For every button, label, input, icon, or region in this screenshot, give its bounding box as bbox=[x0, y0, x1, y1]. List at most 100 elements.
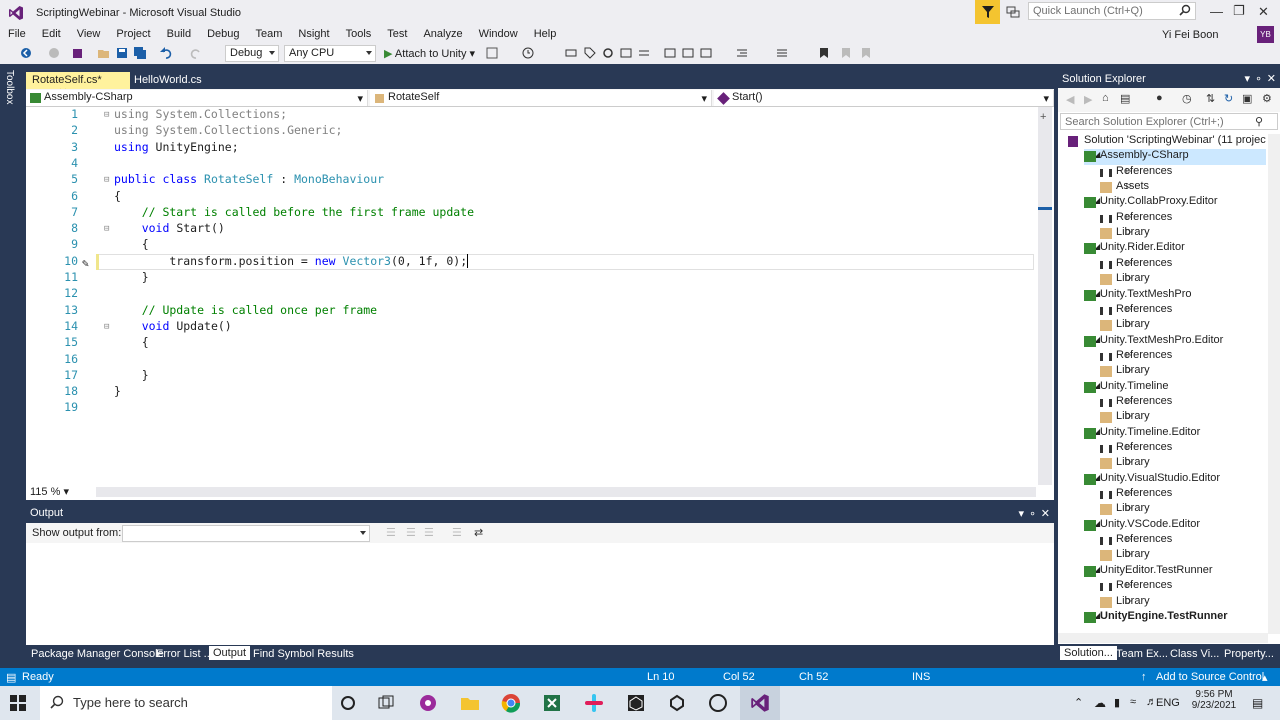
tree-item[interactable]: ▷ Library bbox=[1100, 595, 1150, 610]
restore-button[interactable]: ❐ bbox=[1233, 3, 1245, 19]
configuration-dropdown[interactable]: Debug bbox=[225, 45, 279, 62]
tab-output[interactable]: Output bbox=[209, 646, 251, 660]
tree-item[interactable]: ▷ References bbox=[1100, 441, 1172, 456]
home-icon[interactable]: ⌂ bbox=[1102, 92, 1109, 104]
collapsed-arrow-icon[interactable]: ▷ bbox=[1126, 166, 1132, 175]
tree-item[interactable]: ▷ References bbox=[1100, 533, 1172, 548]
collapsed-arrow-icon[interactable]: ▷ bbox=[1126, 350, 1132, 359]
feedback-icon[interactable] bbox=[1006, 5, 1020, 19]
collapsed-arrow-icon[interactable]: ▷ bbox=[1126, 212, 1132, 221]
user-name[interactable]: Yi Fei Boon bbox=[1162, 29, 1218, 41]
tree-item[interactable]: ▷ References bbox=[1100, 211, 1172, 226]
attach-to-unity-button[interactable]: ▶ Attach to Unity ▾ bbox=[384, 47, 475, 60]
chrome-icon[interactable] bbox=[501, 693, 521, 713]
solution-explorer-search[interactable]: Search Solution Explorer (Ctrl+;) ⚲ bbox=[1060, 113, 1278, 130]
output-source-dropdown[interactable] bbox=[122, 525, 370, 542]
bookmark-toggle-icon[interactable] bbox=[818, 47, 830, 59]
menu-team[interactable]: Team bbox=[248, 26, 291, 40]
file-explorer-icon[interactable] bbox=[460, 693, 480, 713]
close-icon[interactable]: ✕ bbox=[1041, 507, 1050, 520]
quick-launch-input[interactable]: Quick Launch (Ctrl+Q) bbox=[1028, 2, 1196, 20]
tree-item[interactable]: ▷ References bbox=[1100, 303, 1172, 318]
collapsed-arrow-icon[interactable]: ▷ bbox=[1126, 304, 1132, 313]
tree-item[interactable]: ▷ Library bbox=[1100, 318, 1150, 333]
collapse-icon[interactable]: ⊟ bbox=[104, 224, 109, 234]
collapsed-arrow-icon[interactable]: ▷ bbox=[1126, 411, 1132, 420]
chevron-up-icon[interactable]: ▴ bbox=[1262, 671, 1268, 684]
tree-horizontal-scrollbar[interactable] bbox=[1058, 633, 1268, 643]
save-icon[interactable] bbox=[116, 47, 128, 59]
tree-item[interactable]: ▷ Assets bbox=[1100, 180, 1149, 195]
bookmark-prev-icon[interactable] bbox=[840, 47, 852, 59]
tree-item[interactable]: ◢ Unity.TextMeshPro bbox=[1084, 288, 1192, 303]
type-dropdown[interactable]: RotateSelf ▾ bbox=[370, 90, 712, 106]
window-icon[interactable] bbox=[664, 47, 676, 59]
sync-icon[interactable]: ⇅ bbox=[1206, 92, 1215, 105]
tree-item[interactable]: ◢ UnityEngine.TestRunner bbox=[1084, 610, 1228, 625]
unity-hub-icon[interactable] bbox=[667, 693, 687, 713]
avatar[interactable]: YB bbox=[1257, 26, 1274, 43]
member-dropdown[interactable]: Start() ▾ bbox=[714, 90, 1054, 106]
code-editor[interactable]: Assembly-CSharp ▾ RotateSelf ▾ Start() ▾ 1 u… bbox=[26, 89, 1054, 500]
collapsed-arrow-icon[interactable]: ▷ bbox=[1126, 258, 1132, 267]
collapse-icon[interactable]: ⊟ bbox=[104, 110, 109, 120]
collapsed-arrow-icon[interactable]: ▷ bbox=[1126, 580, 1132, 589]
task-view-icon[interactable] bbox=[376, 693, 396, 713]
tree-item[interactable]: ▷ References bbox=[1100, 257, 1172, 272]
history-icon[interactable]: ◷ bbox=[1182, 92, 1192, 105]
menu-help[interactable]: Help bbox=[526, 26, 565, 40]
find-message-icon[interactable]: ☰ bbox=[386, 526, 396, 539]
notification-filter-icon[interactable] bbox=[975, 0, 1000, 24]
tree-item[interactable]: ◢ Unity.Rider.Editor bbox=[1084, 241, 1185, 256]
tab-package-manager-console[interactable]: Package Manager Console bbox=[31, 648, 164, 660]
refresh-icon[interactable]: ↻ bbox=[1224, 92, 1233, 105]
chevron-down-icon[interactable]: ▾ bbox=[1244, 72, 1250, 85]
chevron-down-icon[interactable]: ▾ bbox=[1018, 507, 1024, 520]
collapsed-arrow-icon[interactable]: ▷ bbox=[1126, 488, 1132, 497]
tree-item[interactable]: ▷ Library bbox=[1100, 502, 1150, 517]
tree-item[interactable]: ▷ Library bbox=[1100, 548, 1150, 563]
project-dropdown[interactable]: Assembly-CSharp ▾ bbox=[26, 90, 368, 106]
tree-item[interactable]: ◢ Unity.VisualStudio.Editor bbox=[1084, 472, 1220, 487]
forward-icon[interactable]: ▶ bbox=[1084, 93, 1092, 106]
excel-icon[interactable] bbox=[542, 693, 562, 713]
code-area[interactable]: 1 using System.Collections; 2 using System… bbox=[26, 107, 1036, 485]
menu-project[interactable]: Project bbox=[108, 26, 158, 40]
bookmark-icon[interactable] bbox=[700, 47, 712, 59]
battery-icon[interactable]: ▮ bbox=[1114, 696, 1120, 709]
tree-item[interactable]: ▷ Library bbox=[1100, 364, 1150, 379]
collapsed-arrow-icon[interactable]: ▷ bbox=[1126, 549, 1132, 558]
menu-analyze[interactable]: Analyze bbox=[415, 26, 470, 40]
pin-icon[interactable]: ∘ bbox=[1029, 507, 1036, 520]
tab-find-symbol-results[interactable]: Find Symbol Results bbox=[253, 648, 354, 660]
clear-all-icon[interactable]: ☰ bbox=[452, 526, 462, 539]
pending-changes-icon[interactable]: ● bbox=[1156, 92, 1163, 104]
minimize-button[interactable]: — bbox=[1210, 4, 1223, 19]
menu-file[interactable]: File bbox=[0, 26, 34, 40]
tree-item[interactable]: ▷ References bbox=[1100, 579, 1172, 594]
split-icon[interactable]: + bbox=[1040, 111, 1050, 125]
app-purple-icon[interactable] bbox=[418, 693, 438, 713]
tree-item[interactable]: ▷ Library bbox=[1100, 410, 1150, 425]
pin-icon[interactable]: ∘ bbox=[1255, 72, 1262, 85]
tree-item[interactable]: ◢ UnityEditor.TestRunner bbox=[1084, 564, 1213, 579]
tag-icon[interactable] bbox=[584, 47, 596, 59]
collapsed-arrow-icon[interactable]: ▷ bbox=[1126, 442, 1132, 451]
windows-start-icon[interactable] bbox=[10, 695, 26, 711]
swap-icon[interactable] bbox=[638, 47, 650, 59]
tree-item[interactable]: ◢ Unity.VSCode.Editor bbox=[1084, 518, 1200, 533]
taskbar-active-app[interactable] bbox=[740, 686, 780, 720]
word-wrap-icon[interactable]: ⇄ bbox=[474, 526, 483, 539]
cortana-icon[interactable] bbox=[338, 693, 358, 713]
tree-item[interactable]: ▷ Library bbox=[1100, 226, 1150, 241]
wifi-icon[interactable]: ≈ bbox=[1130, 696, 1136, 708]
toolbox-tab[interactable]: Toolbox bbox=[4, 70, 15, 104]
gear-icon[interactable] bbox=[602, 47, 614, 59]
redo-icon[interactable] bbox=[190, 47, 202, 59]
tree-item[interactable]: Solution 'ScriptingWebinar' (11 projects bbox=[1068, 134, 1266, 149]
menu-tools[interactable]: Tools bbox=[338, 26, 380, 40]
collapsed-arrow-icon[interactable]: ▷ bbox=[1126, 181, 1132, 190]
tab-error-list[interactable]: Error List ... bbox=[156, 648, 213, 660]
indent-icon[interactable] bbox=[736, 47, 748, 59]
next-message-icon[interactable]: ☰ bbox=[424, 526, 434, 539]
